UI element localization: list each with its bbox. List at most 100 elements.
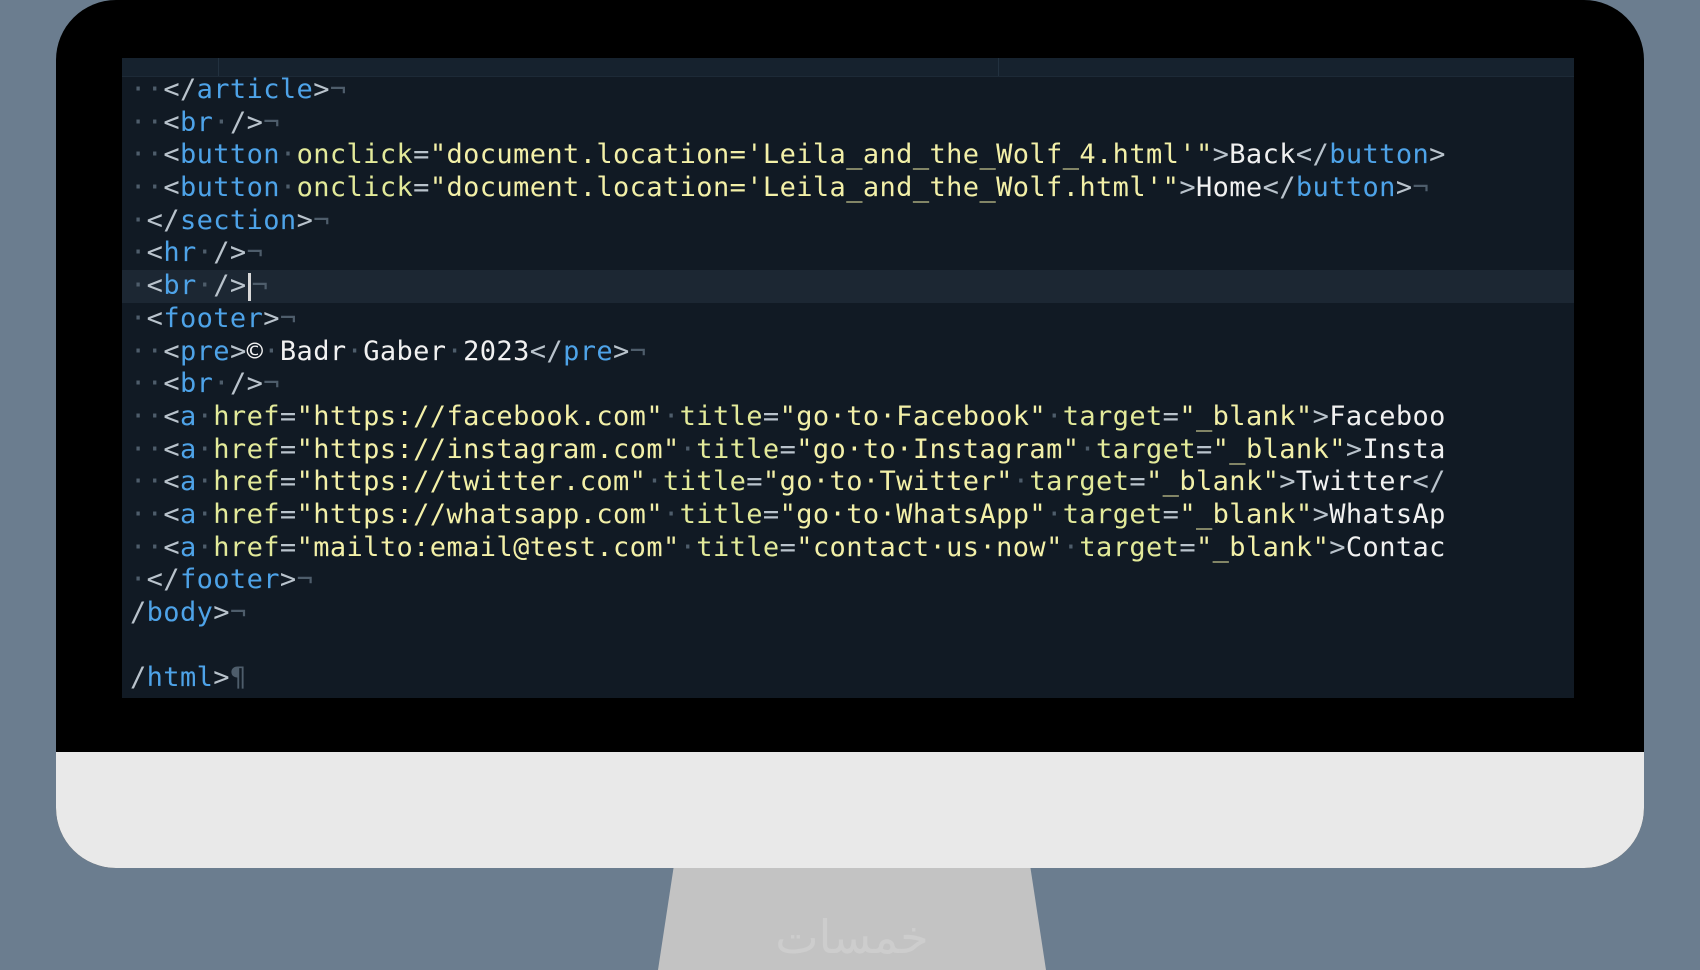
code-tag-name: pre — [179, 335, 230, 367]
code-attribute: title — [679, 400, 763, 432]
end-of-line-marker: ¬ — [329, 74, 347, 105]
code-text: Twitter — [1295, 466, 1413, 498]
whitespace-marker: · — [1079, 433, 1097, 465]
code-line[interactable]: ··</article>¬ — [122, 74, 1574, 107]
code-attribute: target — [1062, 498, 1163, 530]
whitespace-marker: · — [646, 466, 663, 498]
code-line[interactable]: ··<a·href="https://twitter.com"·title="g… — [122, 466, 1574, 499]
code-tag-name: pre — [563, 335, 614, 367]
code-line[interactable] — [122, 630, 1574, 663]
end-of-line-marker: ¬ — [251, 270, 269, 302]
end-of-line-marker: ¬ — [263, 106, 280, 138]
whitespace-marker: · — [1046, 498, 1063, 530]
code-bracket: </ — [1262, 172, 1296, 204]
code-line[interactable]: ··<a·href="mailto:email@test.com"·title=… — [122, 532, 1574, 565]
whitespace-marker: · — [662, 400, 680, 432]
code-bracket: > — [296, 204, 314, 236]
code-bracket: > — [1329, 531, 1346, 563]
end-of-line-marker: ¬ — [296, 564, 314, 596]
code-line[interactable]: ··<a·href="https://whatsapp.com"·title="… — [122, 499, 1574, 532]
indent-guide: ·· — [130, 400, 164, 432]
code-line[interactable]: ·<footer>¬ — [122, 303, 1574, 336]
code-attribute: target — [1029, 466, 1130, 498]
code-bracket: < — [163, 400, 180, 432]
code-tag-name: footer — [163, 302, 264, 334]
code-line[interactable]: ··<button·onclick="document.location='Le… — [122, 172, 1574, 205]
indent-guide: · — [130, 270, 147, 302]
code-bracket: > — [613, 335, 630, 367]
whitespace-marker: · — [679, 531, 697, 563]
code-line[interactable]: ··<br·/>¬ — [122, 368, 1574, 401]
code-bracket: = — [762, 400, 780, 432]
whitespace-marker: · — [196, 498, 214, 530]
code-bracket: = — [1162, 400, 1180, 432]
code-attribute: title — [679, 498, 763, 530]
code-line[interactable]: ·</footer>¬ — [122, 564, 1574, 597]
end-of-line-marker: ¬ — [246, 237, 264, 269]
monitor: ··</article>¬ ··<br·/>¬ ··<button·onclick=… — [56, 0, 1644, 868]
code-attribute: target — [1096, 433, 1196, 465]
code-line[interactable]: ·<br·/> ¬ — [122, 270, 1574, 303]
code-tag-name: br — [163, 270, 197, 302]
whitespace-marker: · — [279, 139, 297, 171]
code-string: "go·to·Twitter" — [762, 466, 1013, 498]
whitespace-marker: · — [1046, 400, 1063, 432]
code-string: "_blank" — [1146, 466, 1280, 498]
code-line[interactable]: /body>¬ — [122, 597, 1574, 630]
code-attribute: onclick — [296, 172, 414, 204]
code-bracket: > — [279, 564, 297, 596]
code-line[interactable]: ··<pre>©·Badr·Gaber·2023</pre>¬ — [122, 336, 1574, 369]
code-tag-name: button — [1329, 139, 1430, 171]
code-area[interactable]: ··</article>¬ ··<br·/>¬ ··<button·onclick=… — [122, 74, 1574, 695]
code-string: "go·to·WhatsApp" — [779, 498, 1047, 530]
code-bracket: /> — [213, 237, 247, 269]
code-bracket: /> — [213, 270, 247, 302]
code-bracket: < — [163, 498, 180, 530]
code-string: "document.location='Leila_and_the_Wolf_4… — [429, 139, 1213, 171]
code-bracket: > — [1312, 498, 1330, 530]
code-line[interactable]: ·<hr·/>¬ — [122, 237, 1574, 270]
code-bracket: < — [163, 139, 180, 171]
code-tag-name: a — [179, 400, 197, 432]
code-bracket: = — [762, 498, 780, 530]
code-attribute: title — [696, 531, 780, 563]
code-tag-name: hr — [163, 237, 197, 269]
indent-guide: · — [130, 204, 147, 236]
code-line[interactable]: ··<br·/>¬ — [122, 107, 1574, 140]
code-line[interactable]: ··<a·href="https://instagram.com"·title=… — [122, 434, 1574, 467]
whitespace-marker: · — [1012, 466, 1030, 498]
code-string: "mailto:email@test.com" — [296, 531, 680, 563]
code-line[interactable]: ··<a·href="https://facebook.com"·title="… — [122, 401, 1574, 434]
code-tag-name: a — [179, 466, 197, 498]
code-bracket: = — [1195, 433, 1213, 465]
code-string: "_blank" — [1212, 433, 1346, 465]
indent-guide: ·· — [130, 531, 164, 563]
code-bracket: </ — [163, 74, 197, 105]
indent-guide: ·· — [130, 335, 164, 367]
whitespace-marker: · — [263, 335, 280, 367]
code-tag-name: article — [196, 74, 314, 105]
code-bracket: > — [263, 302, 280, 334]
whitespace-marker: · — [213, 368, 230, 400]
indent-guide: · — [130, 302, 147, 334]
code-tag-name: button — [1295, 172, 1396, 204]
code-tag-name: button — [179, 139, 280, 171]
code-bracket: > — [213, 597, 230, 628]
whitespace-marker: · — [196, 270, 214, 302]
whitespace-marker: · — [213, 106, 230, 138]
code-text: Faceboo — [1329, 400, 1446, 432]
code-line[interactable]: ··<button·onclick="document.location='Le… — [122, 139, 1574, 172]
end-of-line-marker: ¬ — [279, 302, 297, 334]
code-text: Gaber — [363, 335, 447, 367]
indent-guide: · — [130, 564, 147, 596]
code-string: "_blank" — [1179, 498, 1313, 530]
whitespace-marker: · — [196, 400, 214, 432]
code-bracket: > — [1429, 139, 1446, 171]
code-bracket: < — [163, 531, 180, 563]
code-bracket: = — [279, 498, 297, 530]
code-text: Contac — [1345, 531, 1446, 563]
code-editor-screen[interactable]: ··</article>¬ ··<br·/>¬ ··<button·onclick=… — [122, 58, 1574, 698]
code-string: "go·to·Facebook" — [779, 400, 1047, 432]
code-line[interactable]: ·</section>¬ — [122, 205, 1574, 238]
code-line[interactable]: /html>¶ — [122, 662, 1574, 695]
